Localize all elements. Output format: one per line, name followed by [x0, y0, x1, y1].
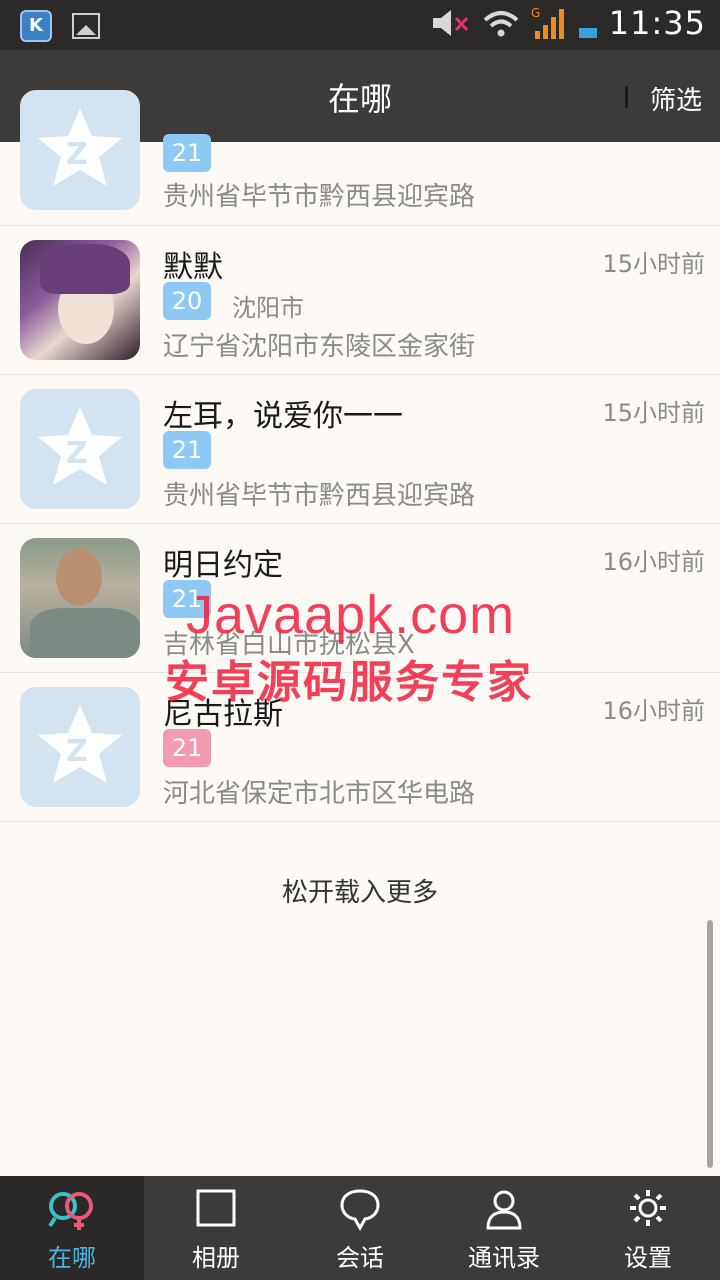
photo-avatar [20, 538, 140, 658]
tab-contacts[interactable]: 通讯录 [432, 1176, 576, 1280]
list-item[interactable]: Z 21 贵州省毕节市黔西县迎宾路 [0, 90, 720, 226]
battery-icon [578, 28, 597, 38]
default-star-avatar: Z [20, 389, 140, 509]
gear-icon [630, 1190, 666, 1226]
tab-label: 会话 [336, 1244, 384, 1272]
address: 辽宁省沈阳市东陵区金家街 [163, 332, 476, 362]
user-name: 左耳，说爱你一一 [163, 399, 403, 434]
last-seen-time: 16小时前 [602, 548, 705, 576]
tab-label: 设置 [624, 1244, 672, 1272]
tab-settings[interactable]: 设置 [576, 1176, 720, 1280]
scrollbar[interactable] [707, 920, 713, 1168]
clock: 11:35 [608, 4, 706, 42]
list-item[interactable]: Z 左耳，说爱你一一 15小时前 21 贵州省毕节市黔西县迎宾路 [0, 375, 720, 524]
image-notification-icon [72, 13, 100, 39]
wifi-icon [483, 11, 519, 37]
user-list[interactable]: Z 21 贵州省毕节市黔西县迎宾路 默默 15小时前 20 沈阳市 辽宁省沈阳市… [0, 90, 720, 822]
last-seen-time: 16小时前 [602, 697, 705, 725]
last-seen-time: 15小时前 [602, 250, 705, 278]
user-name: 明日约定 [163, 548, 283, 583]
svg-text:Z: Z [66, 137, 88, 172]
title-divider [625, 86, 628, 108]
signal-icon: G [531, 6, 564, 39]
status-bar: K G 11:35 [0, 0, 720, 50]
svg-text:Z: Z [66, 436, 88, 471]
address: 贵州省毕节市黔西县迎宾路 [163, 182, 476, 212]
last-seen-time: 15小时前 [602, 399, 705, 427]
watermark-subtext: 安卓源码服务专家 [165, 657, 533, 708]
city: 沈阳市 [232, 294, 304, 322]
default-star-avatar: Z [20, 687, 140, 807]
age-badge: 21 [163, 431, 211, 469]
user-name: 默默 [163, 250, 223, 285]
tab-album[interactable]: 相册 [144, 1176, 288, 1280]
tab-label: 在哪 [48, 1244, 96, 1272]
age-badge: 21 [163, 729, 211, 767]
tab-label: 相册 [192, 1244, 240, 1272]
chat-bubble-icon [340, 1189, 380, 1232]
list-item[interactable]: 默默 15小时前 20 沈阳市 辽宁省沈阳市东陵区金家街 [0, 226, 720, 375]
default-star-avatar: Z [20, 90, 140, 210]
address: 贵州省毕节市黔西县迎宾路 [163, 481, 476, 511]
age-badge: 21 [163, 134, 211, 172]
svg-text:G: G [531, 6, 540, 20]
address: 河北省保定市北市区华电路 [163, 779, 476, 809]
tab-chat[interactable]: 会话 [288, 1176, 432, 1280]
load-more-label: 松开载入更多 [281, 878, 438, 908]
square-icon [196, 1189, 236, 1227]
bottom-tab-bar: 在哪 相册 会话 通讯录 设置 [0, 1176, 720, 1280]
gender-circles-icon [48, 1192, 93, 1230]
age-badge: 20 [163, 282, 211, 320]
svg-text:Z: Z [66, 734, 88, 769]
anime-avatar [20, 240, 140, 360]
person-icon [486, 1190, 522, 1230]
watermark-text: Javaapk.com [186, 585, 516, 645]
mute-icon [432, 10, 468, 36]
tab-label: 通讯录 [468, 1244, 540, 1272]
filter-button[interactable]: 筛选 [650, 80, 702, 117]
tab-nearby[interactable]: 在哪 [0, 1176, 144, 1280]
app-notification-icon: K [20, 10, 52, 42]
